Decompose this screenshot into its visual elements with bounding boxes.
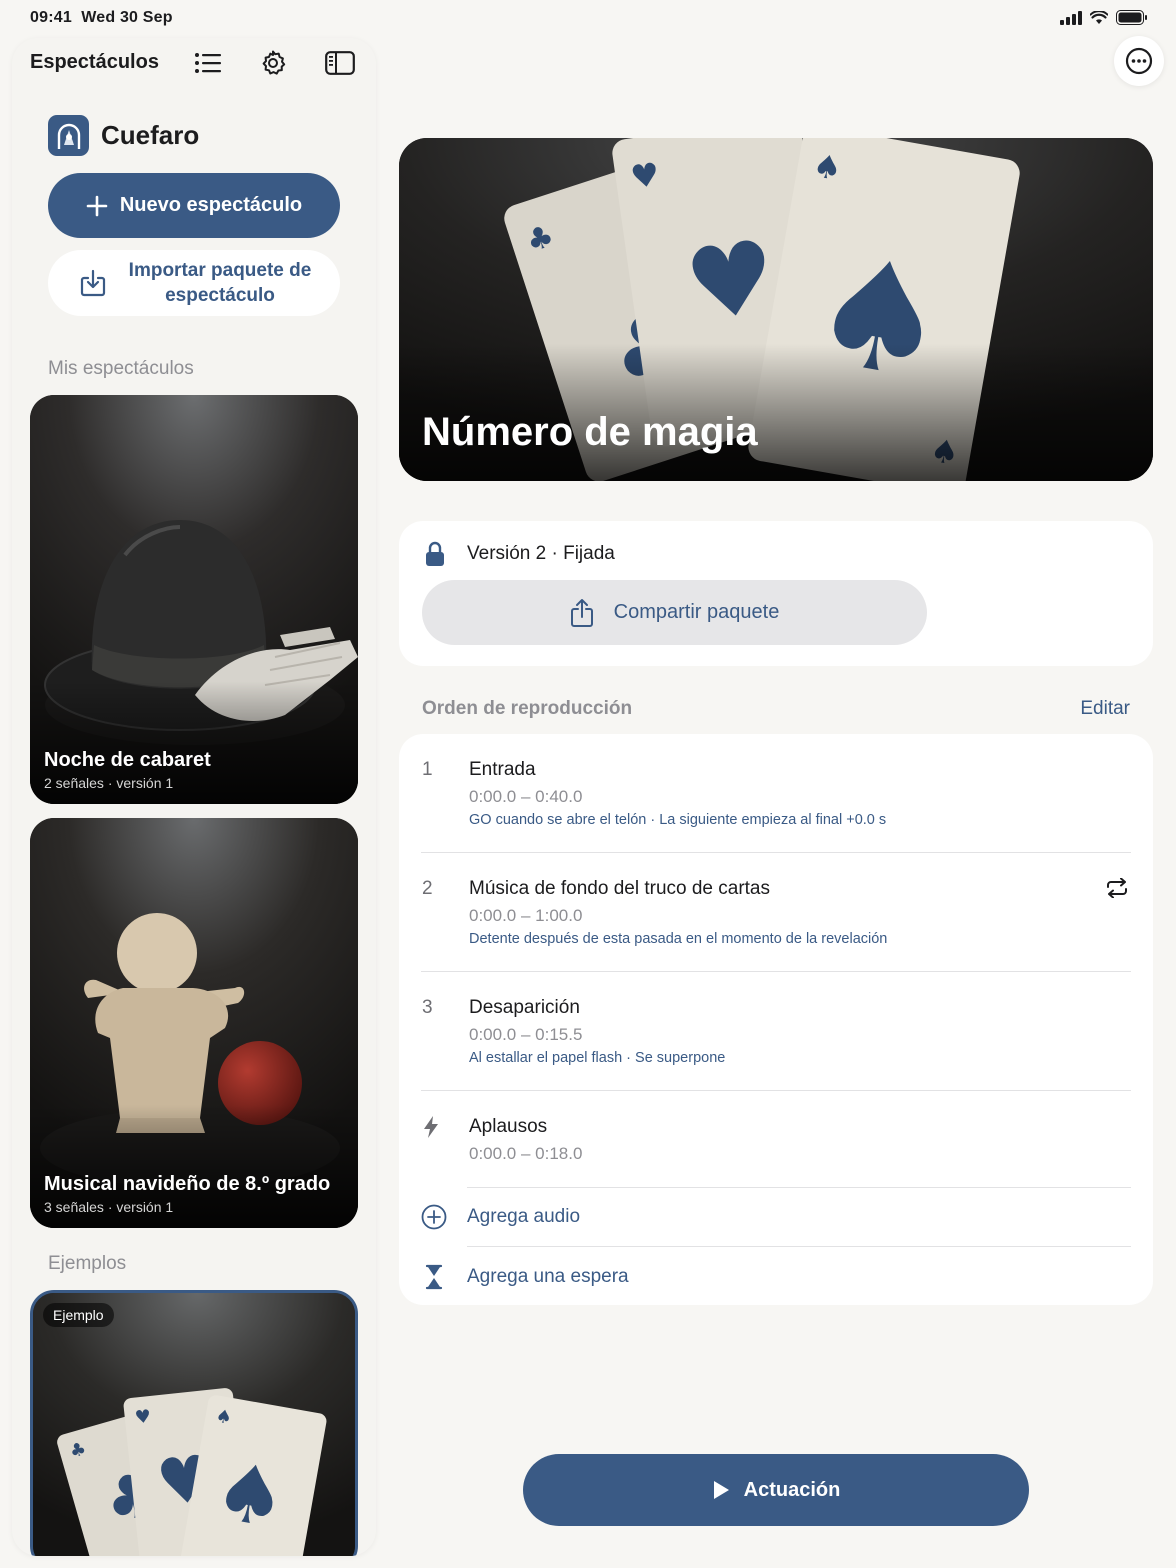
sidebar: Espectáculos Cuefaro Nuevo espectáculo I…: [12, 38, 376, 1556]
svg-text:♥: ♥: [134, 1406, 152, 1429]
add-audio-button[interactable]: Agrega audio: [421, 1204, 580, 1230]
share-label: Compartir paquete: [613, 601, 780, 623]
plus-icon: [86, 195, 108, 216]
hourglass-icon: [425, 1264, 443, 1290]
my-shows-heading: Mis espectáculos: [48, 358, 194, 379]
cue-title: Entrada: [469, 759, 536, 780]
version-row: Versión 2 · Fijada: [425, 541, 615, 567]
examples-heading: Ejemplos: [48, 1253, 127, 1274]
show-hero: ♣ ♣ ♥ ♥ ♠ ♠ ♠ Número de magia: [399, 138, 1153, 481]
divider: [467, 1246, 1131, 1247]
cue-number: 3: [422, 997, 433, 1018]
add-wait-button[interactable]: Agrega una espera: [421, 1264, 629, 1290]
version-label: Versión 2 · Fijada: [467, 543, 615, 564]
cellular-signal-icon: [1060, 10, 1082, 25]
status-icons: [1060, 10, 1148, 25]
battery-icon: [1116, 10, 1147, 25]
more-options-button[interactable]: [1114, 36, 1164, 86]
add-audio-label: Agrega audio: [467, 1206, 581, 1227]
add-wait-label: Agrega una espera: [467, 1266, 629, 1287]
brand-name: Cuefaro: [101, 120, 200, 150]
perform-button[interactable]: Actuación: [523, 1454, 1029, 1526]
list-view-button[interactable]: [190, 47, 226, 79]
cue-row-2[interactable]: 2 Música de fondo del truco de cartas 0:…: [399, 853, 1153, 971]
bowler-hat-image: [30, 395, 358, 804]
plus-circle-icon: [421, 1204, 447, 1230]
new-show-label: Nuevo espectáculo: [119, 194, 303, 216]
cue-title: Música de fondo del truco de cartas: [469, 878, 771, 899]
show-title: Musical navideño de 8.º grado: [44, 1173, 331, 1195]
settings-button[interactable]: [255, 47, 291, 79]
cue-list: 1 Entrada 0:00.0 – 0:40.0 GO cuando se a…: [399, 734, 1153, 1305]
divider: [467, 1187, 1131, 1188]
cue-note: GO cuando se abre el telón · La siguient…: [469, 812, 887, 828]
gear-icon: [262, 50, 286, 75]
new-show-button[interactable]: Nuevo espectáculo: [48, 173, 340, 238]
app-logo: [48, 115, 89, 156]
share-icon: [570, 598, 593, 627]
share-package-button[interactable]: Compartir paquete: [422, 580, 927, 645]
import-label: Importar paquete de espectáculo: [128, 260, 312, 306]
cue-time: 0:00.0 – 0:15.5: [469, 1025, 583, 1044]
show-card-cabaret[interactable]: Noche de cabaret 2 señales · versión 1: [30, 395, 358, 804]
cue-row-1[interactable]: 1 Entrada 0:00.0 – 0:40.0 GO cuando se a…: [399, 734, 1153, 852]
brand: Cuefaro: [48, 115, 199, 156]
loop-icon: [1107, 878, 1127, 898]
cue-row-4[interactable]: Aplausos 0:00.0 – 0:18.0: [399, 1091, 1153, 1187]
cue-time: 0:00.0 – 0:40.0: [469, 787, 583, 806]
lock-icon: [426, 541, 444, 566]
perform-label: Actuación: [743, 1478, 841, 1501]
edit-button[interactable]: Editar: [1080, 698, 1130, 720]
sidebar-title: Espectáculos: [30, 51, 159, 73]
playback-order-heading: Orden de reproducción: [422, 698, 633, 719]
import-show-package-button[interactable]: Importar paquete de espectáculo: [48, 250, 340, 316]
wifi-icon: [1090, 10, 1108, 24]
puppet-image: [30, 818, 358, 1228]
show-subtitle: 3 señales · versión 1: [44, 1199, 174, 1215]
import-icon: [80, 269, 106, 297]
sidebar-header: Espectáculos: [12, 38, 376, 88]
cue-row-3[interactable]: 3 Desaparición 0:00.0 – 0:15.5 Al estall…: [399, 972, 1153, 1090]
list-icon: [195, 53, 221, 73]
show-title: Número de magia: [422, 410, 758, 454]
ellipsis-circle-icon: [1125, 47, 1153, 75]
cue-title: Desaparición: [469, 997, 580, 1018]
cue-number: 1: [422, 759, 433, 780]
bolt-icon: [424, 1116, 438, 1138]
cue-time: 0:00.0 – 0:18.0: [469, 1144, 583, 1163]
show-card-christmas-musical[interactable]: Musical navideño de 8.º grado 3 señales …: [30, 818, 358, 1228]
toggle-sidebar-button[interactable]: [322, 47, 358, 79]
play-icon: [713, 1481, 729, 1499]
cue-note: Al estallar el papel flash · Se superpon…: [469, 1050, 726, 1066]
example-badge: Ejemplo: [43, 1303, 114, 1327]
status-time: 09:41 Wed 30 Sep: [30, 9, 173, 26]
example-card-magic[interactable]: ♣ ♣ ♥ ♥ ♠ ♠ Ejemplo: [30, 1290, 358, 1556]
cue-note: Detente después de esta pasada en el mom…: [469, 931, 888, 947]
arch-logo-icon: [57, 123, 80, 149]
cue-time: 0:00.0 – 1:00.0: [469, 906, 583, 925]
sidebar-icon: [325, 51, 355, 75]
playing-cards-image: ♣ ♣ ♥ ♥ ♠ ♠: [33, 1293, 355, 1556]
status-bar: 09:41 Wed 30 Sep: [0, 0, 1176, 36]
version-card: Versión 2 · Fijada Compartir paquete: [399, 521, 1153, 666]
cue-number: 2: [422, 878, 433, 899]
cue-title: Aplausos: [469, 1116, 548, 1137]
show-subtitle: 2 señales · versión 1: [44, 775, 174, 791]
show-title: Noche de cabaret: [44, 749, 211, 771]
